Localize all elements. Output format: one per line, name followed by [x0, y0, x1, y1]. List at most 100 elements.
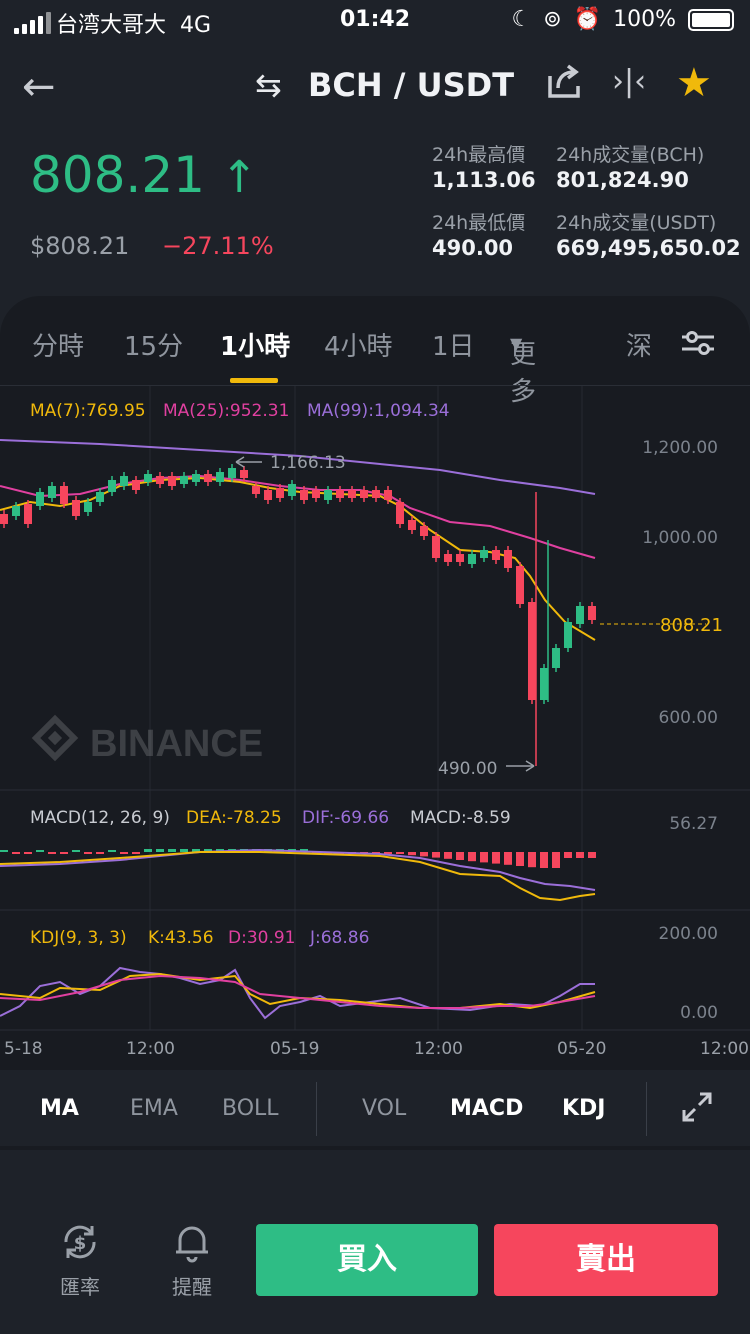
macd-bar: [72, 850, 80, 852]
settings-sliders-icon[interactable]: [680, 328, 716, 365]
candle-body: [396, 502, 404, 524]
macd-bar: [396, 852, 404, 854]
time-axis-label: 5-18: [4, 1039, 43, 1059]
ma7-label: MA(7):769.95: [30, 401, 146, 421]
tab-depth[interactable]: 深: [626, 326, 650, 363]
vol-quote-label: 24h成交量(USDT): [556, 212, 717, 234]
candle-body: [456, 554, 464, 562]
candle-body: [348, 490, 356, 498]
macd-bar: [468, 852, 476, 862]
fullscreen-icon[interactable]: [680, 1090, 714, 1130]
divider: [316, 1082, 317, 1136]
sell-button[interactable]: 賣出: [494, 1224, 718, 1296]
candle-body: [360, 490, 368, 498]
bell-icon: [176, 1226, 208, 1263]
vol-base-label: 24h成交量(BCH): [556, 144, 705, 166]
macd-bar: [156, 849, 164, 852]
indicator-ma[interactable]: MA: [40, 1096, 79, 1121]
macd-bar: [0, 850, 8, 852]
dif-label: DIF:-69.66: [302, 808, 389, 828]
binance-logo: BINANCE: [31, 714, 263, 765]
candle-body: [96, 492, 104, 502]
tab-1d[interactable]: 1日: [432, 326, 475, 363]
candle-body: [432, 536, 440, 558]
high-label: 24h最高價: [432, 144, 526, 166]
high-value: 1,113.06: [432, 168, 536, 192]
candle-body: [204, 474, 212, 482]
kline-chart[interactable]: BINANCE 1,200.00 1,000.00 600.00 MA(7):7…: [0, 386, 750, 1066]
back-arrow-icon[interactable]: ←: [22, 64, 56, 110]
candle-body: [84, 502, 92, 512]
low-label: 24h最低價: [432, 212, 526, 234]
time-axis-label: 12:00: [414, 1039, 463, 1059]
tab-time-sharing[interactable]: 分時: [32, 326, 84, 363]
candle-body: [552, 648, 560, 668]
ma99-label: MA(99):1,094.34: [307, 401, 450, 421]
star-icon[interactable]: ★: [676, 60, 712, 106]
last-price-tag: 808.21: [660, 615, 723, 636]
kdj-axis-label: 200.00: [659, 924, 718, 944]
battery-percent: 100%: [613, 7, 676, 32]
price-axis-label: 600.00: [659, 708, 718, 728]
macd-bar: [60, 852, 68, 854]
candle-body: [12, 506, 20, 516]
indicator-bar: MA EMA BOLL VOL MACD KDJ: [0, 1070, 750, 1146]
macd-bar: [408, 852, 416, 856]
moon-icon: ☾: [511, 7, 532, 32]
dea-label: DEA:-78.25: [186, 808, 282, 828]
tab-15m[interactable]: 15分: [124, 326, 183, 363]
pair-title[interactable]: BCH / USDT: [308, 66, 514, 104]
macd-value-label: MACD:-8.59: [410, 808, 511, 828]
candle-body: [564, 622, 572, 648]
tab-1h[interactable]: 1小時: [220, 326, 290, 363]
macd-bar: [144, 849, 152, 852]
buy-button[interactable]: 買入: [256, 1224, 478, 1296]
indicator-kdj[interactable]: KDJ: [562, 1096, 606, 1121]
candle-body: [468, 554, 476, 564]
candle-body: [300, 490, 308, 500]
divider: [646, 1082, 647, 1136]
macd-bar: [96, 852, 104, 854]
ma25-line: [0, 474, 596, 559]
candle-body: [108, 480, 116, 492]
tab-4h[interactable]: 4小時: [324, 326, 393, 363]
kdj-axis-label: 0.00: [680, 1003, 718, 1023]
candle-body: [0, 514, 8, 524]
time-axis-label: 12:00: [126, 1039, 175, 1059]
time-axis-label: 12:00: [700, 1039, 749, 1059]
candle-body: [372, 490, 380, 498]
macd-axis-label: 56.27: [669, 814, 718, 834]
swap-icon[interactable]: ⇆: [255, 66, 282, 104]
candle-body: [480, 550, 488, 558]
candle-body: [324, 490, 332, 500]
alarm-icon: ⏰: [573, 7, 602, 32]
alert-button[interactable]: 提醒: [164, 1220, 220, 1300]
macd-bar: [480, 852, 488, 863]
macd-bar: [564, 852, 572, 858]
compare-icon[interactable]: ›|‹: [612, 64, 646, 99]
share-icon[interactable]: [544, 62, 584, 106]
vol-quote-value: 669,495,650.02: [556, 236, 741, 260]
time-axis-label: 05-20: [557, 1039, 606, 1059]
candle-body: [144, 474, 152, 482]
high-marker: 1,166.13: [270, 453, 346, 473]
lock-rotation-icon: ⊚: [543, 7, 562, 32]
indicator-macd[interactable]: MACD: [450, 1096, 523, 1121]
rate-button[interactable]: $ 匯率: [52, 1220, 108, 1300]
indicator-vol[interactable]: VOL: [362, 1096, 406, 1121]
ma25-label: MA(25):952.31: [163, 401, 289, 421]
candle-body: [444, 554, 452, 562]
macd-bar: [444, 852, 452, 859]
candle-body: [276, 488, 284, 498]
indicator-boll[interactable]: BOLL: [222, 1096, 279, 1121]
macd-bar: [168, 849, 176, 852]
price-axis-label: 1,000.00: [642, 528, 718, 548]
watermark-text: BINANCE: [90, 723, 263, 765]
rate-label: 匯率: [60, 1275, 100, 1299]
indicator-ema[interactable]: EMA: [130, 1096, 178, 1121]
header: ← ⇆ BCH / USDT ›|‹ ★: [0, 50, 750, 120]
macd-bar: [456, 852, 464, 860]
macd-bar: [552, 852, 560, 868]
candle-body: [516, 566, 524, 604]
candle-body: [492, 550, 500, 560]
